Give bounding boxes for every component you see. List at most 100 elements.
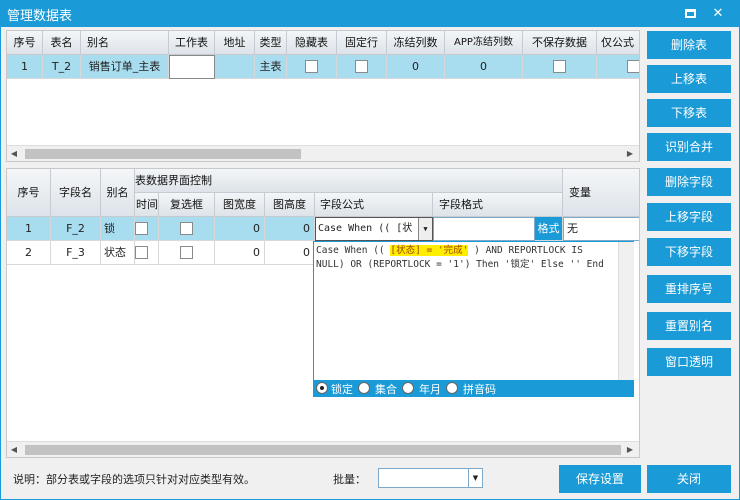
title-bar: 管理数据表 ✕ (1, 1, 739, 27)
field-row-1-index[interactable]: 1 (7, 217, 51, 241)
table-row-index[interactable]: 1 (7, 55, 43, 79)
col-header-freeze-cols[interactable]: 冻结列数 (387, 31, 445, 55)
chevron-down-icon[interactable]: ▼ (418, 218, 432, 240)
col-header-app-freeze-cols[interactable]: APP冻结列数 (445, 31, 523, 55)
field-col-header-time[interactable]: 时间 (135, 193, 159, 217)
field-col-header-name[interactable]: 字段名 (51, 169, 101, 217)
window-title: 管理数据表 (7, 9, 73, 24)
fields-scroll-right-icon[interactable]: ▶ (623, 442, 637, 457)
field-row-1-img-width[interactable]: 0 (215, 217, 265, 241)
field-row-2-checkbox-cell (159, 241, 215, 265)
field-row-1-alias[interactable]: 锁 (101, 217, 135, 241)
col-header-hidden[interactable]: 隐藏表 (287, 31, 337, 55)
renumber-button[interactable]: 重排序号 (647, 275, 731, 303)
scroll-left-icon[interactable]: ◀ (7, 146, 21, 161)
field-col-header-checkbox[interactable]: 复选框 (159, 193, 215, 217)
reset-alias-button[interactable]: 重置别名 (647, 312, 731, 340)
col-header-name[interactable]: 表名 (43, 31, 81, 55)
field-row-1-time-cell (135, 217, 159, 241)
table-row-name[interactable]: T_2 (43, 55, 81, 79)
formula-vscroll[interactable] (618, 242, 634, 380)
move-field-down-button[interactable]: 下移字段 (647, 238, 731, 266)
radio-pinyin[interactable] (446, 382, 458, 394)
field-row-2-checkbox[interactable] (180, 245, 193, 259)
hidden-checkbox[interactable] (305, 59, 318, 73)
col-header-worksheet[interactable]: 工作表 (169, 31, 215, 55)
window-transparent-button[interactable]: 窗口透明 (647, 348, 731, 376)
field-col-header-format[interactable]: 字段格式 (433, 193, 563, 217)
no-save-checkbox[interactable] (553, 59, 566, 73)
field-row-1-format-input[interactable] (433, 217, 535, 241)
field-row-1-variable-input[interactable]: 无 (563, 217, 639, 241)
delete-field-button[interactable]: 删除字段 (647, 168, 731, 196)
tables-hscroll[interactable]: ◀ ▶ (7, 145, 639, 161)
field-col-header-alias[interactable]: 别名 (101, 169, 135, 217)
move-field-up-button[interactable]: 上移字段 (647, 203, 731, 231)
radio-year-month[interactable] (402, 382, 414, 394)
formula-editor-text[interactable]: Case When (( [状态] = '完成' ) AND REPORTLOC… (316, 244, 628, 272)
batch-select[interactable]: ▼ (378, 468, 483, 488)
field-col-header-formula[interactable]: 字段公式 (315, 193, 433, 217)
radio-year-month-label: 年月 (419, 383, 441, 396)
field-row-2-time-checkbox[interactable] (135, 245, 148, 259)
table-row-type[interactable]: 主表 (255, 55, 287, 79)
col-header-no-save[interactable]: 不保存数据 (523, 31, 597, 55)
field-row-2-time-cell (135, 241, 159, 265)
scroll-right-icon[interactable]: ▶ (623, 146, 637, 161)
fixed-row-checkbox[interactable] (355, 59, 368, 73)
move-table-up-button[interactable]: 上移表 (647, 65, 731, 93)
col-header-address[interactable]: 地址 (215, 31, 255, 55)
table-row-no-save-cell (523, 55, 597, 79)
field-col-header-index[interactable]: 序号 (7, 169, 51, 217)
table-row-fixed-cell (337, 55, 387, 79)
field-row-2-alias[interactable]: 状态 (101, 241, 135, 265)
batch-chevron-down-icon[interactable]: ▼ (468, 469, 482, 487)
field-row-1-img-height[interactable]: 0 (265, 217, 315, 241)
table-row-alias[interactable]: 销售订单_主表 (81, 55, 169, 79)
field-row-1-time-checkbox[interactable] (135, 221, 148, 235)
tables-grid: 序号 表名 别名 工作表 地址 类型 隐藏表 固定行 冻结列数 APP冻结列数 … (6, 30, 640, 162)
field-row-2-img-height[interactable]: 0 (265, 241, 315, 265)
table-row-app-freeze[interactable]: 0 (445, 55, 523, 79)
format-button[interactable]: 格式 (535, 217, 563, 241)
field-row-2-name[interactable]: F_3 (51, 241, 101, 265)
col-header-alias[interactable]: 别名 (81, 31, 169, 55)
radio-set[interactable] (358, 382, 370, 394)
radio-lock-label: 锁定 (331, 383, 353, 396)
col-header-index[interactable]: 序号 (7, 31, 43, 55)
field-row-2-img-width[interactable]: 0 (215, 241, 265, 265)
field-group-header: 表数据界面控制 (135, 169, 563, 193)
table-row-address[interactable] (215, 55, 255, 79)
close-button[interactable]: 关闭 (647, 465, 731, 493)
radio-lock[interactable] (316, 382, 328, 394)
delete-table-button[interactable]: 删除表 (647, 31, 731, 59)
field-col-header-variable[interactable]: 变量 (563, 169, 639, 217)
formula-only-checkbox[interactable] (627, 59, 639, 73)
fields-hscroll[interactable]: ◀ ▶ (7, 441, 639, 457)
manage-tables-window: 管理数据表 ✕ 序号 表名 别名 工作表 地址 类型 隐藏表 固定行 冻结列数 … (0, 0, 740, 500)
col-header-formula-only[interactable]: 仅公式 (597, 31, 639, 55)
field-col-header-img-width[interactable]: 图宽度 (215, 193, 265, 217)
maximize-icon[interactable] (679, 4, 701, 24)
close-icon[interactable]: ✕ (707, 4, 729, 24)
formula-options-bar: 锁定 集合 年月 拼音码 (313, 380, 634, 397)
save-settings-button[interactable]: 保存设置 (559, 465, 641, 493)
field-row-2-index[interactable]: 2 (7, 241, 51, 265)
fields-hscroll-thumb[interactable] (25, 445, 621, 455)
move-table-down-button[interactable]: 下移表 (647, 99, 731, 127)
col-header-type[interactable]: 类型 (255, 31, 287, 55)
fields-scroll-left-icon[interactable]: ◀ (7, 442, 21, 457)
field-row-1-name[interactable]: F_2 (51, 217, 101, 241)
field-row-1-checkbox[interactable] (180, 221, 193, 235)
field-row-1-checkbox-cell (159, 217, 215, 241)
detect-merge-button[interactable]: 识别合并 (647, 133, 731, 161)
table-row-worksheet-input[interactable] (169, 55, 215, 79)
table-row-freeze[interactable]: 0 (387, 55, 445, 79)
radio-set-label: 集合 (375, 383, 397, 396)
table-row-formula-only-cell (597, 55, 639, 79)
col-header-fixed-row[interactable]: 固定行 (337, 31, 387, 55)
field-row-1-formula-combo[interactable]: Case When (( [状 ▼ (315, 217, 433, 241)
tables-hscroll-thumb[interactable] (25, 149, 301, 159)
field-col-header-img-height[interactable]: 图高度 (265, 193, 315, 217)
field-row-1-formula-value: Case When (( [状 (318, 223, 413, 234)
